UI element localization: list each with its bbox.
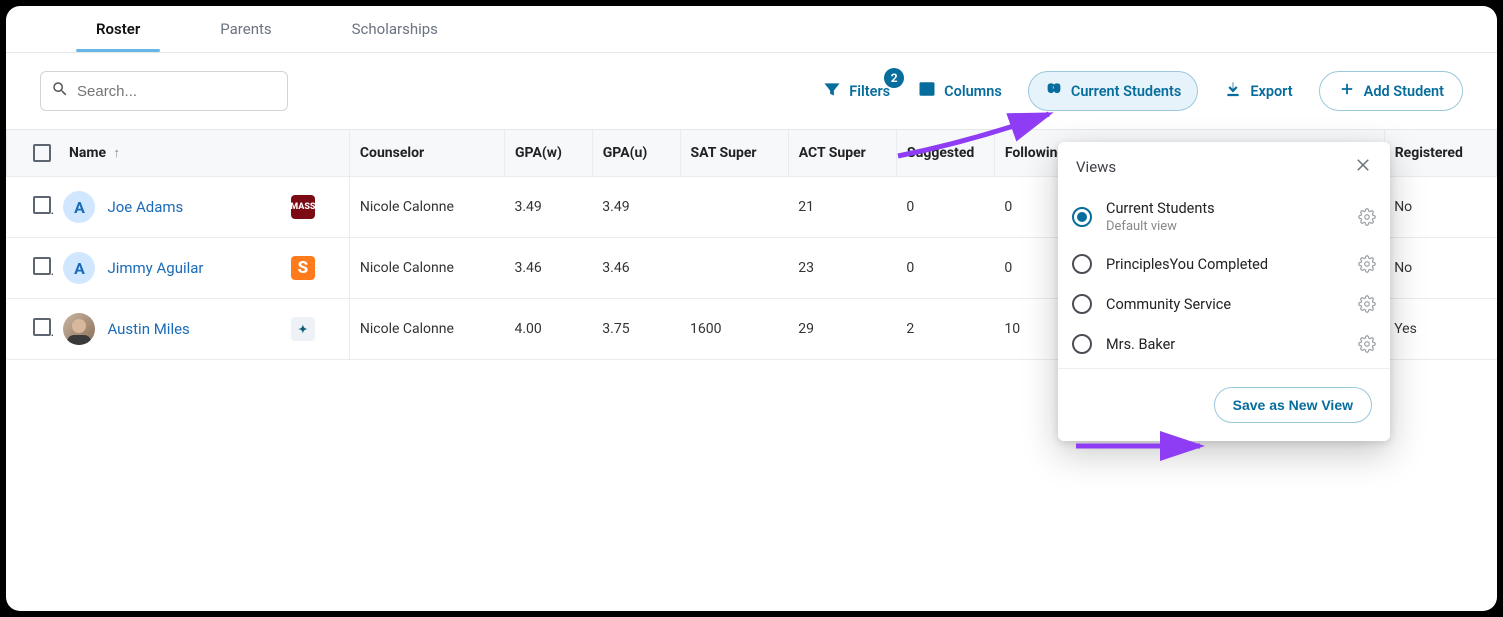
avatar: A <box>63 191 95 223</box>
col-counselor[interactable]: Counselor <box>349 130 504 177</box>
cell-act: 23 <box>788 238 896 299</box>
primary-tabs: Roster Parents Scholarships <box>6 6 1497 53</box>
view-item[interactable]: Community Service <box>1058 284 1390 324</box>
columns-label: Columns <box>944 83 1002 100</box>
gear-icon[interactable] <box>1358 335 1376 353</box>
toolbar-actions: Filters 2 Columns Current Students E <box>821 71 1463 111</box>
radio-button[interactable] <box>1072 334 1092 354</box>
export-button[interactable]: Export <box>1222 74 1294 108</box>
cell-suggested: 2 <box>896 299 994 360</box>
student-link[interactable]: Austin Miles <box>107 320 189 338</box>
cell-gpau: 3.46 <box>592 238 680 299</box>
cell-suggested: 0 <box>896 238 994 299</box>
views-panel: Views Current Students Default view Prin… <box>1058 142 1390 441</box>
views-button[interactable]: Current Students <box>1028 71 1198 111</box>
avatar: A <box>63 252 95 284</box>
toolbar: Filters 2 Columns Current Students E <box>6 53 1497 129</box>
view-name-label: Mrs. Baker <box>1106 336 1344 353</box>
tab-parents[interactable]: Parents <box>180 6 311 52</box>
cell-gpaw: 3.49 <box>505 177 593 238</box>
col-gpaw[interactable]: GPA(w) <box>505 130 593 177</box>
columns-icon <box>918 80 936 102</box>
cell-gpau: 3.49 <box>592 177 680 238</box>
cell-counselor: Nicole Calonne <box>349 238 504 299</box>
student-link[interactable]: Jimmy Aguilar <box>107 259 203 277</box>
school-badge-icon: S <box>291 256 315 280</box>
col-suggested[interactable]: Suggested <box>896 130 994 177</box>
filters-button[interactable]: Filters 2 <box>821 74 892 108</box>
sort-asc-icon: ↑ <box>114 146 121 161</box>
cell-registered: Yes <box>1384 299 1496 360</box>
gear-icon[interactable] <box>1358 208 1376 226</box>
cell-counselor: Nicole Calonne <box>349 299 504 360</box>
filters-label: Filters <box>849 83 890 100</box>
plus-icon <box>1338 80 1356 102</box>
col-gpau[interactable]: GPA(u) <box>592 130 680 177</box>
gear-icon[interactable] <box>1358 295 1376 313</box>
app-window: Roster Parents Scholarships Filters 2 <box>6 6 1497 611</box>
radio-button[interactable] <box>1072 207 1092 227</box>
columns-button[interactable]: Columns <box>916 74 1004 108</box>
views-list: Current Students Default view Principles… <box>1058 186 1390 368</box>
cell-act: 21 <box>788 177 896 238</box>
cell-suggested: 0 <box>896 177 994 238</box>
school-badge-icon: MASS <box>291 195 315 219</box>
cell-registered: No <box>1384 177 1496 238</box>
col-name[interactable]: Name <box>69 145 106 161</box>
binoculars-icon <box>1045 80 1063 102</box>
close-icon[interactable] <box>1354 156 1372 178</box>
view-item[interactable]: Current Students Default view <box>1058 190 1390 244</box>
avatar <box>63 313 95 345</box>
views-panel-footer: Save as New View <box>1058 368 1390 441</box>
view-name-label: Community Service <box>1106 296 1344 313</box>
download-icon <box>1224 80 1242 102</box>
tab-scholarships[interactable]: Scholarships <box>312 6 478 52</box>
view-name-label: PrinciplesYou Completed <box>1106 256 1344 273</box>
row-checkbox[interactable] <box>33 318 51 336</box>
school-badge-icon: ✦ <box>291 317 315 341</box>
view-sub-label: Default view <box>1106 219 1344 234</box>
cell-gpau: 3.75 <box>592 299 680 360</box>
cell-sat <box>680 177 788 238</box>
filters-count-badge: 2 <box>884 68 904 88</box>
student-link[interactable]: Joe Adams <box>107 198 183 216</box>
row-checkbox[interactable] <box>33 257 51 275</box>
select-all-checkbox[interactable] <box>33 144 51 162</box>
cell-gpaw: 3.46 <box>505 238 593 299</box>
add-student-button[interactable]: Add Student <box>1319 71 1463 111</box>
cell-act: 29 <box>788 299 896 360</box>
cell-registered: No <box>1384 238 1496 299</box>
cell-gpaw: 4.00 <box>505 299 593 360</box>
cell-sat: 1600 <box>680 299 788 360</box>
views-panel-header: Views <box>1058 142 1390 186</box>
cell-sat <box>680 238 788 299</box>
add-student-label: Add Student <box>1364 83 1444 100</box>
col-act[interactable]: ACT Super <box>788 130 896 177</box>
search-icon <box>51 80 69 102</box>
view-item[interactable]: Mrs. Baker <box>1058 324 1390 364</box>
radio-button[interactable] <box>1072 254 1092 274</box>
col-registered[interactable]: Registered <box>1384 130 1496 177</box>
current-view-label: Current Students <box>1071 83 1181 100</box>
col-sat[interactable]: SAT Super <box>680 130 788 177</box>
view-name-label: Current Students <box>1106 200 1344 217</box>
save-as-new-view-button[interactable]: Save as New View <box>1214 387 1372 423</box>
search-box <box>40 71 288 111</box>
gear-icon[interactable] <box>1358 255 1376 273</box>
view-item[interactable]: PrinciplesYou Completed <box>1058 244 1390 284</box>
export-label: Export <box>1250 83 1292 100</box>
radio-button[interactable] <box>1072 294 1092 314</box>
row-checkbox[interactable] <box>33 196 51 214</box>
views-title: Views <box>1076 158 1116 176</box>
tab-roster[interactable]: Roster <box>56 6 180 52</box>
filter-icon <box>823 80 841 102</box>
cell-counselor: Nicole Calonne <box>349 177 504 238</box>
search-input[interactable] <box>77 83 277 100</box>
